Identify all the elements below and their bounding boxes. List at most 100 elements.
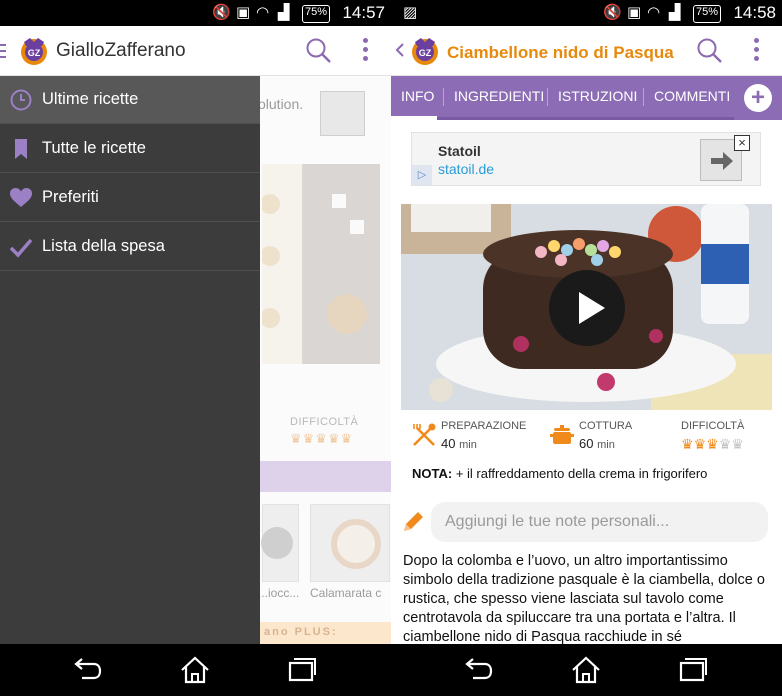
chef-hat-icon: ♛ [706, 436, 719, 452]
add-button[interactable]: + [734, 76, 782, 120]
bg-recipe-card [261, 504, 299, 582]
bg-recipe-card [310, 504, 390, 582]
drawer-item-tutte-le-ricette[interactable]: Tutte le ricette [0, 125, 260, 173]
note-text: + il raffreddamento della crema in frigo… [455, 466, 708, 481]
home-icon[interactable] [178, 654, 212, 686]
cooking-value: 60 min [579, 436, 615, 451]
system-nav-bar [0, 644, 391, 696]
cooking-minutes: 60 [579, 436, 594, 451]
overflow-menu-icon[interactable] [363, 38, 369, 64]
clock-time: 14:58 [733, 3, 776, 22]
personal-notes-input[interactable] [431, 502, 768, 542]
pencil-icon [404, 512, 423, 531]
preparation-info: PREPARAZIONE 40 min [411, 420, 541, 456]
ad-choices-icon[interactable]: ▷ [412, 165, 432, 185]
signal-icon: ▟ [278, 4, 290, 21]
drawer-item-label: Preferiti [42, 188, 99, 206]
active-tab-indicator [391, 116, 437, 120]
signal-icon: ▟ [669, 4, 681, 21]
back-icon[interactable] [461, 654, 495, 686]
recipe-title: Ciambellone nido di Pasqua [447, 43, 674, 62]
recipe-video[interactable] [401, 204, 772, 410]
bg-section-bar [260, 461, 391, 492]
chef-hat-icon: ♛ [718, 436, 732, 452]
chef-hat-icon: ♛ [681, 436, 694, 452]
battery-indicator: 75% [302, 5, 331, 23]
ad-title: Statoil [438, 143, 481, 159]
image-notification-icon: ▨ [403, 4, 418, 21]
app-title: GialloZafferano [56, 40, 186, 61]
ad-url[interactable]: statoil.de [438, 161, 494, 177]
ad-close-icon[interactable]: × [734, 135, 750, 151]
wifi-icon: ◠ [647, 4, 661, 21]
tab-separator [643, 88, 644, 106]
back-icon[interactable] [70, 654, 104, 686]
clock-icon [10, 89, 32, 111]
drawer-item-lista-della-spesa[interactable]: Lista della spesa [0, 223, 260, 271]
overflow-menu-icon[interactable] [754, 38, 760, 64]
drawer-item-label: Ultime ricette [42, 90, 139, 108]
bg-card-dish [331, 519, 381, 569]
status-bar: 🔇 ▣ ◠ ▟ 75% 14:57 [0, 0, 391, 26]
bg-plus-banner: ano PLUS: [260, 622, 391, 644]
plus-icon: + [744, 84, 772, 112]
mute-icon: 🔇 [603, 4, 622, 21]
tab-commenti[interactable]: COMMENTI ( [654, 76, 739, 117]
tab-separator [443, 88, 444, 106]
pot-icon [550, 425, 574, 444]
recipe-description: Dopo la colomba e l’uovo, un altro impor… [403, 553, 765, 644]
search-icon[interactable] [696, 37, 724, 65]
system-nav-bar [391, 644, 782, 696]
preparation-label: PREPARAZIONE [441, 420, 527, 432]
recent-apps-icon[interactable] [676, 654, 710, 686]
mute-icon: 🔇 [212, 4, 231, 21]
bg-ad-button [320, 91, 365, 136]
bg-difficulty-label: DIFFICOLTÀ [290, 416, 359, 428]
app-bar: GZ Ciambellone nido di Pasqua [391, 26, 782, 76]
cooking-info: COTTURA 60 min [549, 420, 659, 456]
bg-card-caption: Calamarata c [310, 586, 382, 600]
difficulty-label: DIFFICOLTÀ [681, 420, 745, 432]
drawer-item-ultime-ricette[interactable]: Ultime ricette [0, 76, 260, 124]
preparation-minutes: 40 [441, 436, 456, 451]
chef-hat-icon: ♛ [693, 436, 707, 452]
bookmark-icon [15, 139, 27, 159]
no-sim-icon: ▣ [627, 4, 642, 21]
search-icon[interactable] [305, 37, 333, 65]
battery-indicator: 75% [693, 5, 722, 23]
navigation-drawer: Ultime ricette Tutte le ricette Preferit… [0, 76, 260, 644]
drawer-toggle-icon[interactable] [0, 44, 8, 58]
ad-banner[interactable]: Statoil statoil.de ▷ × [411, 132, 761, 186]
wifi-icon: ◠ [256, 4, 270, 21]
bg-difficulty-chefs: ♛♛♛♛♛ [290, 431, 354, 446]
utensils-icon [413, 423, 436, 446]
gz-logo-icon[interactable]: GZ [18, 34, 50, 66]
drawer-item-preferiti[interactable]: Preferiti [0, 174, 260, 222]
check-icon [10, 238, 32, 258]
gz-logo-icon[interactable]: GZ [409, 34, 441, 66]
right-screen: ▨ 🔇 ▣ ◠ ▟ 75% 14:58 GZ Ciambellone nido … [391, 0, 782, 696]
cooking-label: COTTURA [579, 420, 633, 432]
logo-text: GZ [419, 48, 432, 58]
heart-icon [10, 188, 32, 207]
chef-hat-icon: ♛ [731, 436, 744, 452]
tab-istruzioni[interactable]: ISTRUZIONI [558, 76, 637, 117]
back-chevron-icon[interactable] [395, 42, 405, 58]
status-bar: ▨ 🔇 ▣ ◠ ▟ 75% 14:58 [391, 0, 782, 26]
tab-info[interactable]: INFO [401, 76, 434, 117]
clock-time: 14:57 [342, 3, 385, 22]
difficulty-rating: ♛♛♛♛♛ [681, 436, 744, 453]
tab-ingredienti[interactable]: INGREDIENTI [454, 76, 544, 117]
bg-card-caption: ...iocc... [258, 586, 300, 600]
home-icon[interactable] [569, 654, 603, 686]
app-bar: GZ GialloZafferano [0, 26, 391, 76]
recent-apps-icon[interactable] [285, 654, 319, 686]
logo-text: GZ [28, 48, 41, 58]
note-label: NOTA: [412, 466, 453, 481]
no-sim-icon: ▣ [236, 4, 251, 21]
cooking-unit: min [597, 439, 615, 451]
recipe-tabs: INFO INGREDIENTI ISTRUZIONI COMMENTI ( + [391, 76, 782, 120]
play-button[interactable] [549, 270, 625, 346]
drawer-item-label: Tutte le ricette [42, 139, 146, 157]
personal-notes-row [401, 502, 772, 542]
